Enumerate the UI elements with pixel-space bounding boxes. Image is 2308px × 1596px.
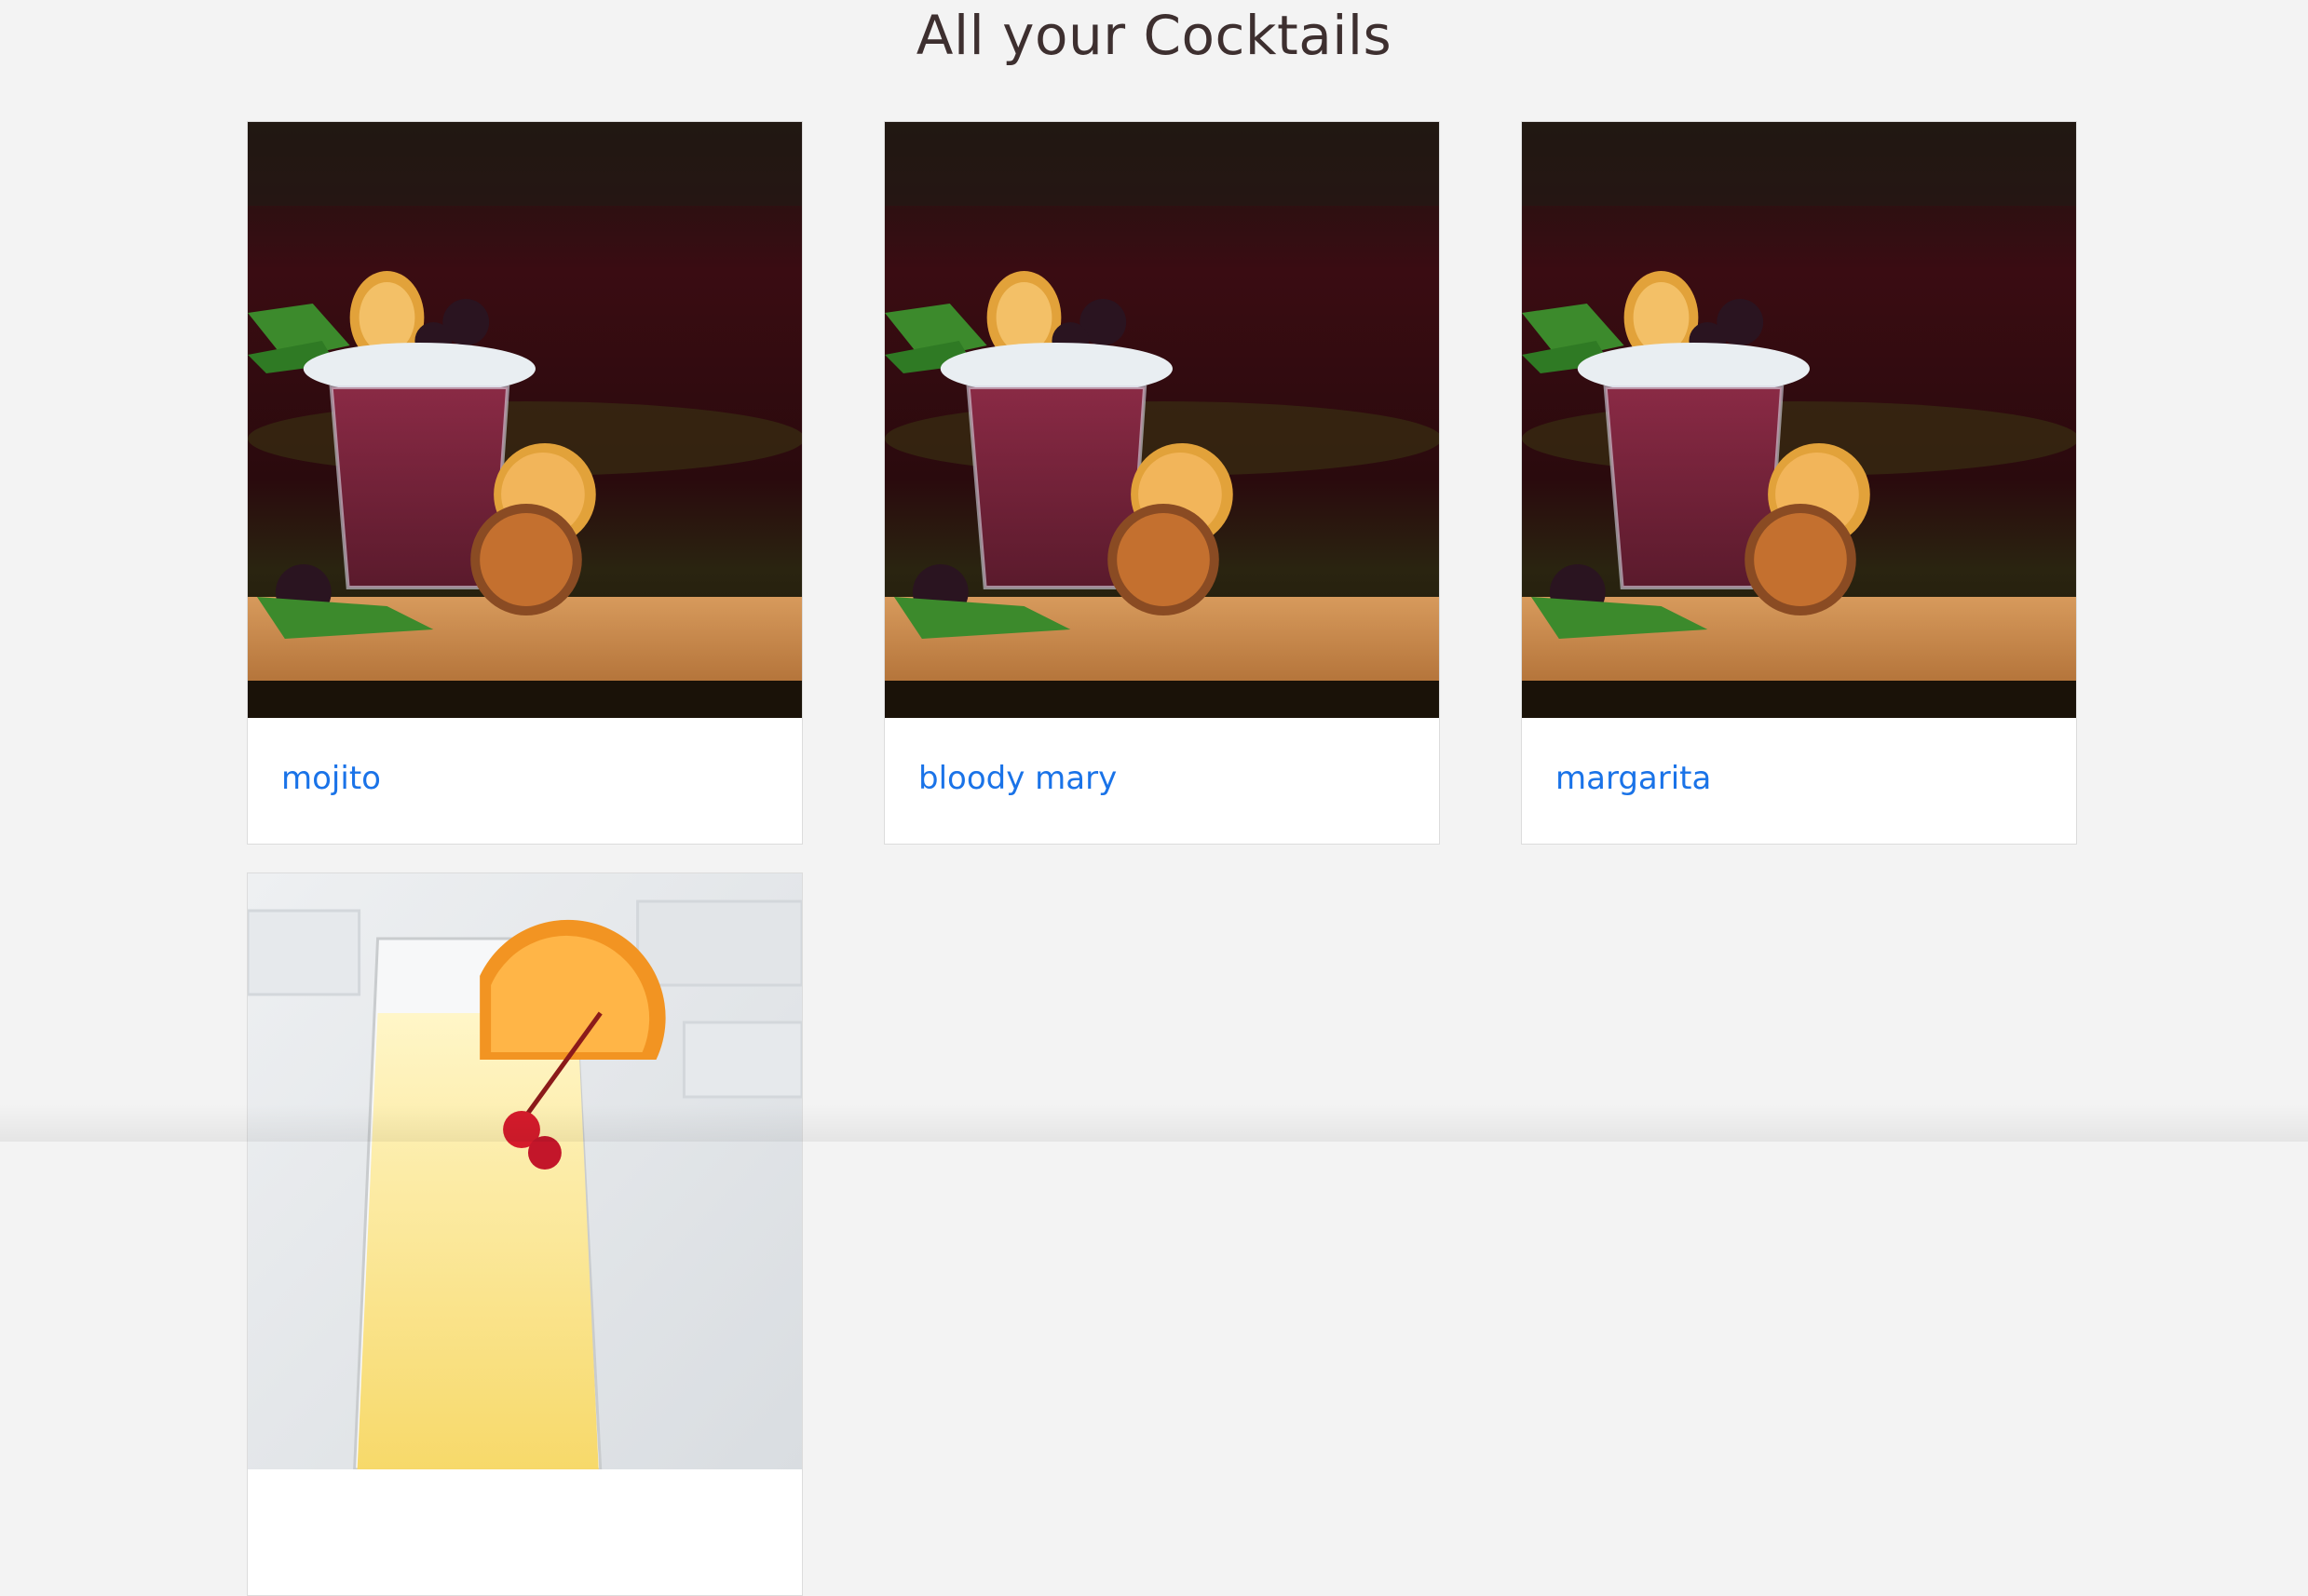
- cocktail-card[interactable]: margarita: [1521, 121, 2077, 845]
- berry-cocktail-photo: [1522, 122, 2076, 718]
- page-title: All your Cocktails: [916, 4, 1392, 67]
- cocktail-name-link[interactable]: mojito: [281, 760, 381, 797]
- card-body: [248, 1469, 802, 1595]
- card-body: mojito: [248, 718, 802, 844]
- cocktail-card[interactable]: mojito: [247, 121, 803, 845]
- cocktail-image[interactable]: [1522, 122, 2076, 718]
- cocktail-card[interactable]: [247, 872, 803, 1596]
- cocktail-image[interactable]: [248, 122, 802, 718]
- cocktail-name-link[interactable]: margarita: [1555, 760, 1711, 797]
- cocktail-name-link[interactable]: bloody mary: [918, 760, 1117, 797]
- cocktail-grid: mojito bloody mary margarita: [247, 121, 2078, 1596]
- cocktail-image[interactable]: [248, 873, 802, 1469]
- orange-cocktail-photo: [248, 873, 802, 1469]
- berry-cocktail-photo: [248, 122, 802, 718]
- berry-cocktail-photo: [885, 122, 1439, 718]
- cocktail-card[interactable]: bloody mary: [884, 121, 1440, 845]
- card-body: bloody mary: [885, 718, 1439, 844]
- card-body: margarita: [1522, 718, 2076, 844]
- cocktail-image[interactable]: [885, 122, 1439, 718]
